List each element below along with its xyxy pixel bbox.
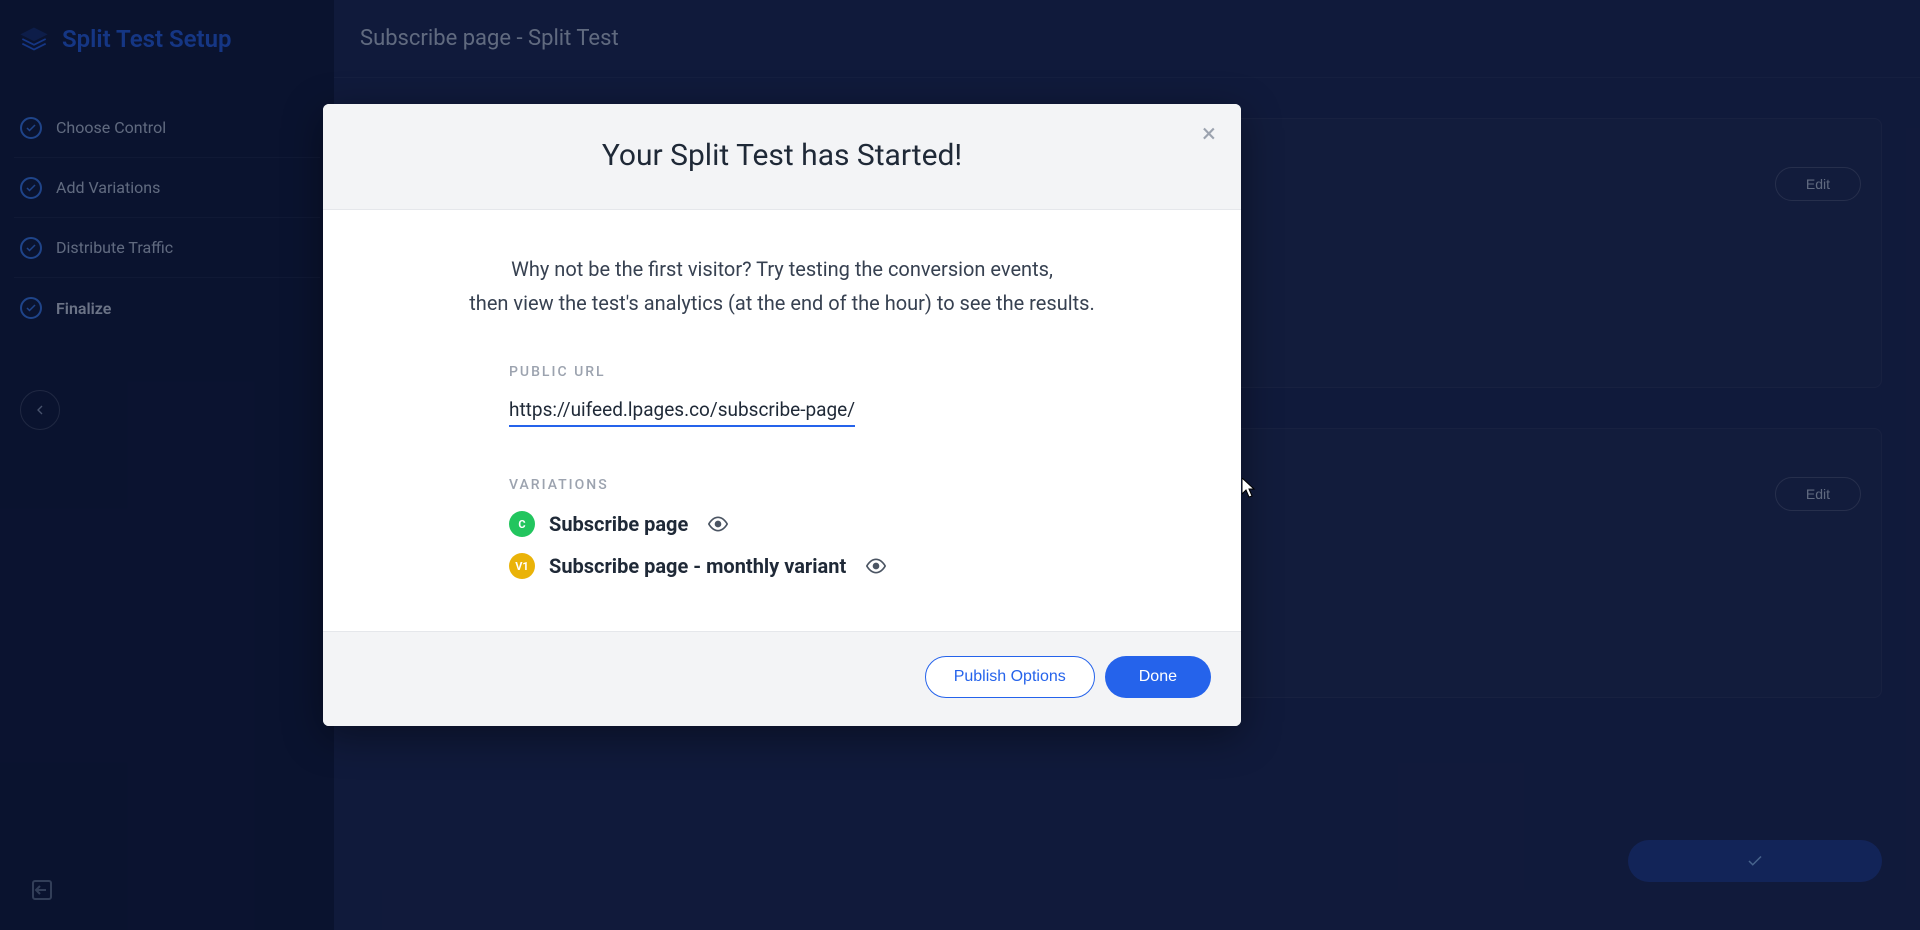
modal-footer: Publish Options Done bbox=[323, 631, 1241, 726]
modal-header: Your Split Test has Started! × bbox=[323, 104, 1241, 210]
preview-button[interactable] bbox=[708, 514, 728, 534]
public-url-link[interactable]: https://uifeed.lpages.co/subscribe-page/ bbox=[509, 398, 855, 427]
eye-icon bbox=[708, 514, 728, 534]
close-button[interactable]: × bbox=[1195, 120, 1223, 148]
variation-badge: C bbox=[509, 511, 535, 537]
variation-item-control: C Subscribe page bbox=[509, 511, 1171, 537]
public-url-label: PUBLIC URL bbox=[393, 364, 1171, 380]
cursor-icon bbox=[1242, 478, 1258, 498]
modal-body: Why not be the first visitor? Try testin… bbox=[323, 210, 1241, 631]
description-line: Why not be the first visitor? Try testin… bbox=[511, 257, 1053, 281]
eye-icon bbox=[866, 556, 886, 576]
publish-options-button[interactable]: Publish Options bbox=[925, 656, 1095, 698]
split-test-started-modal: Your Split Test has Started! × Why not b… bbox=[323, 104, 1241, 726]
variation-name: Subscribe page bbox=[549, 512, 688, 536]
variations-label: VARIATIONS bbox=[393, 477, 1171, 493]
variation-name: Subscribe page - monthly variant bbox=[549, 554, 846, 578]
preview-button[interactable] bbox=[866, 556, 886, 576]
close-icon: × bbox=[1202, 119, 1216, 149]
modal-description: Why not be the first visitor? Try testin… bbox=[393, 252, 1171, 320]
variation-badge: V1 bbox=[509, 553, 535, 579]
modal-title: Your Split Test has Started! bbox=[343, 138, 1221, 173]
done-button[interactable]: Done bbox=[1105, 656, 1211, 698]
description-line: then view the test's analytics (at the e… bbox=[469, 291, 1094, 315]
variation-item-v1: V1 Subscribe page - monthly variant bbox=[509, 553, 1171, 579]
variations-list: C Subscribe page V1 Subscribe page - mon… bbox=[393, 511, 1171, 579]
